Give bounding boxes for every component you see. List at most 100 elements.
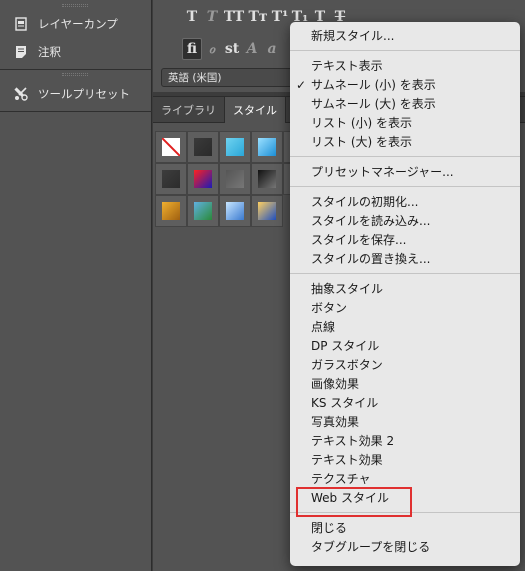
swatch-12[interactable] [187,195,219,227]
small-caps-button[interactable]: Tт [246,6,270,28]
dock-item-layer-comps[interactable]: レイヤーカンプ [0,11,152,37]
menu-item-label: DP スタイル [311,339,380,353]
menu-item-label: サムネール (大) を表示 [311,97,436,111]
swatch-preview [226,138,244,156]
dock-item-label: 注釈 [38,45,61,59]
checkmark-icon: ✓ [296,77,307,92]
menu-item[interactable]: プリセットマネージャー... [290,162,520,181]
swatch-7[interactable] [187,163,219,195]
none-style-swatch[interactable] [155,131,187,163]
menu-item[interactable]: KS スタイル [290,393,520,412]
language-select-value: 英語 (米国) [168,72,222,84]
swatch-9[interactable] [251,163,283,195]
menu-item-label: サムネール (小) を表示 [311,78,436,92]
swatch-preview [162,202,180,220]
dock-grip[interactable] [62,4,88,7]
discretionary-ligatures-button[interactable]: st [222,38,242,60]
swatch-preview [161,137,181,157]
contextual-alternates-button[interactable]: ℴ [202,38,222,60]
menu-item[interactable]: ボタン [290,298,520,317]
menu-item[interactable]: ガラスボタン [290,355,520,374]
swatch-8[interactable] [219,163,251,195]
menu-item-label: テキスト表示 [311,59,383,73]
layer-comps-icon [8,17,34,31]
swatch-preview [258,138,276,156]
dock-item-tool-presets[interactable]: ツールプリセット [0,81,152,107]
menu-item[interactable]: テキスト効果 [290,450,520,469]
swatch-6[interactable] [155,163,187,195]
dock-divider [0,69,152,70]
menu-item[interactable]: 画像効果 [290,374,520,393]
opentype-buttons: ﬁ ℴ st A a [182,38,282,60]
swatch-3[interactable] [219,131,251,163]
menu-item[interactable]: 抽象スタイル [290,279,520,298]
tab-libraries[interactable]: ライブラリ [153,97,225,123]
faux-italic-button[interactable]: T [202,6,222,28]
superscript-button[interactable]: T¹ [270,6,290,28]
swatch-preview [162,170,180,188]
menu-item[interactable]: リスト (大) を表示 [290,132,520,151]
menu-item-label: ボタン [311,301,348,315]
dock-grip[interactable] [62,73,88,76]
styles-panel-menu: 新規スタイル... テキスト表示 ✓ サムネール (小) を表示 サムネール (大) を… [290,22,520,566]
menu-item[interactable]: サムネール (大) を表示 [290,94,520,113]
swatch-preview [258,202,276,220]
menu-item[interactable]: ✓ サムネール (小) を表示 [290,75,520,94]
swatch-preview [194,138,212,156]
menu-item[interactable]: スタイルの置き換え... [290,249,520,268]
menu-item-label: リスト (小) を表示 [311,116,412,130]
menu-item-label: 閉じる [311,521,348,535]
swatch-preview [226,202,244,220]
menu-item-label: リスト (大) を表示 [311,135,412,149]
menu-item[interactable]: スタイルを読み込み... [290,211,520,230]
ligatures-button[interactable]: ﬁ [182,38,202,60]
menu-item-label: スタイルの初期化... [311,195,419,209]
menu-separator [290,156,520,157]
swatch-13[interactable] [219,195,251,227]
menu-item[interactable]: テキスト効果 2 [290,431,520,450]
tool-presets-icon [8,86,34,102]
menu-item-label: 新規スタイル... [311,29,395,43]
swash-button[interactable]: A [242,38,262,60]
menu-item[interactable]: テクスチャ [290,469,520,488]
faux-bold-button[interactable]: T [182,6,202,28]
menu-item-label: ガラスボタン [311,358,383,372]
tab-styles[interactable]: スタイル [225,97,286,123]
dock-item-notes[interactable]: 注釈 [0,39,152,65]
menu-item-label: スタイルの置き換え... [311,252,431,266]
annotation-highlight-box [296,487,412,517]
language-select[interactable]: 英語 (米国) [161,68,301,87]
stylistic-alternates-button[interactable]: a [262,38,282,60]
tab-label: ライブラリ [161,104,216,117]
swatch-14[interactable] [251,195,283,227]
menu-item[interactable]: 新規スタイル... [290,26,520,45]
menu-item[interactable]: スタイルの初期化... [290,192,520,211]
menu-item[interactable]: スタイルを保存... [290,230,520,249]
menu-separator [290,186,520,187]
menu-item-label: 画像効果 [311,377,360,391]
left-dock: レイヤーカンプ 注釈 ツールプリセット [0,0,152,571]
swatch-2[interactable] [187,131,219,163]
menu-item-label: スタイルを読み込み... [311,214,431,228]
menu-item[interactable]: 写真効果 [290,412,520,431]
menu-item[interactable]: リスト (小) を表示 [290,113,520,132]
menu-item-label: 写真効果 [311,415,360,429]
menu-item[interactable]: DP スタイル [290,336,520,355]
menu-item[interactable]: 点線 [290,317,520,336]
menu-item-label: 抽象スタイル [311,282,384,296]
swatch-preview [258,170,276,188]
menu-separator [290,50,520,51]
menu-item-label: KS スタイル [311,396,379,410]
menu-item[interactable]: タブグループを閉じる [290,537,520,556]
tab-label: スタイル [233,104,277,117]
menu-item-label: スタイルを保存... [311,233,407,247]
menu-item-label: テクスチャ [311,472,371,486]
swatch-preview [194,170,212,188]
menu-item[interactable]: 閉じる [290,518,520,537]
menu-item[interactable]: テキスト表示 [290,56,520,75]
swatch-11[interactable] [155,195,187,227]
all-caps-button[interactable]: TT [222,6,246,28]
menu-item-label: プリセットマネージャー... [311,165,454,179]
swatch-preview [194,202,212,220]
swatch-4[interactable] [251,131,283,163]
